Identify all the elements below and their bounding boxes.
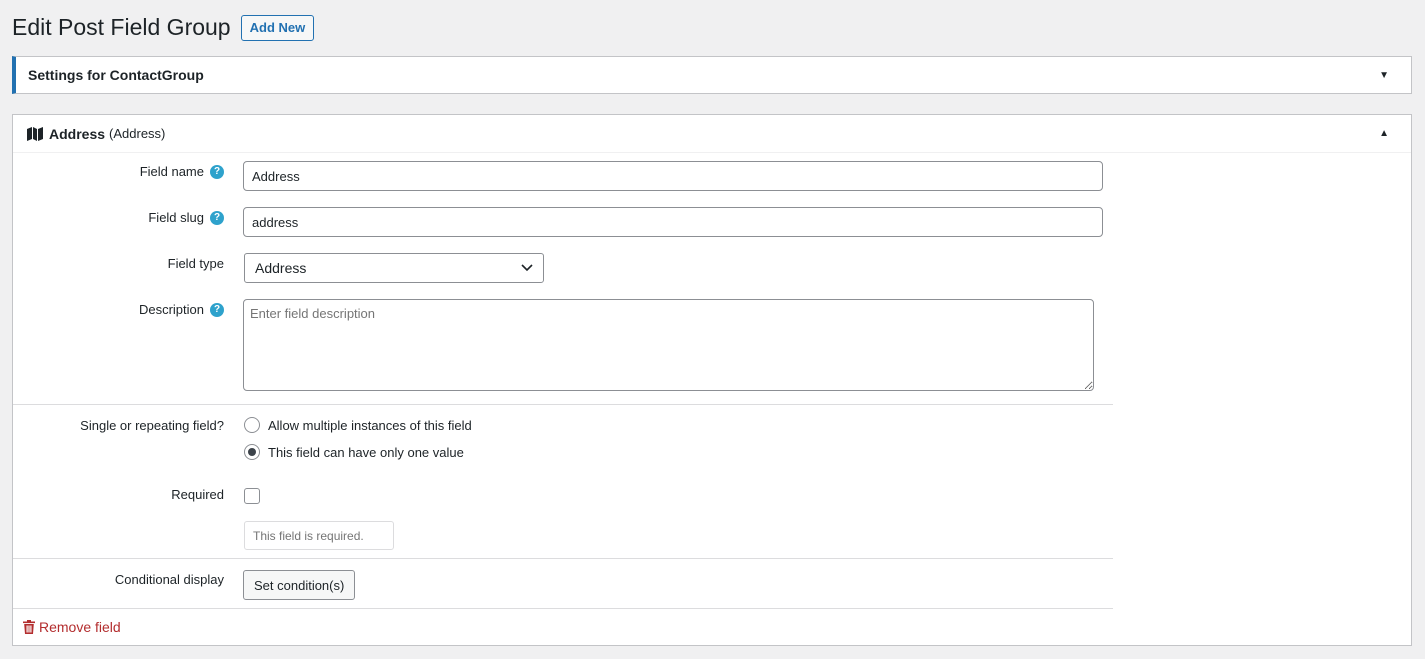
caret-down-icon[interactable]: ▼ [1379, 70, 1389, 81]
add-new-button[interactable]: Add New [240, 14, 315, 41]
conditional-label: Conditional display [114, 572, 224, 587]
set-conditions-button[interactable]: Set condition(s) [243, 570, 356, 600]
radio-multiple[interactable] [244, 417, 260, 433]
field-slug-input[interactable] [243, 207, 1103, 237]
help-icon[interactable]: ? [210, 164, 224, 179]
field-name-label: Field name ? [140, 164, 224, 179]
page-header: Edit Post Field Group Add New [12, 13, 315, 42]
divider [13, 558, 1113, 559]
settings-panel-header[interactable]: Settings for ContactGroup ▼ [12, 56, 1412, 94]
field-type-selected: Address [255, 260, 307, 276]
settings-panel-title: Settings for ContactGroup [28, 67, 204, 83]
radio-single-option[interactable]: This field can have only one value [244, 444, 464, 460]
required-message-input[interactable] [244, 521, 394, 550]
caret-up-icon[interactable]: ▲ [1379, 128, 1389, 139]
required-label: Required [171, 487, 224, 502]
field-panel-header[interactable]: Address (Address) ▲ [13, 115, 1411, 153]
field-slug-label: Field slug ? [148, 210, 224, 225]
divider [13, 608, 1113, 609]
radio-single-label: This field can have only one value [268, 444, 464, 460]
divider [13, 404, 1113, 405]
field-type-label: Field type [167, 256, 224, 271]
repeating-label: Single or repeating field? [80, 418, 224, 433]
description-textarea[interactable] [243, 299, 1094, 391]
field-panel: Address (Address) ▲ Field name ? Field s… [12, 114, 1412, 646]
map-icon [27, 126, 43, 141]
field-title: Address [49, 125, 106, 142]
radio-multiple-option[interactable]: Allow multiple instances of this field [244, 417, 472, 433]
remove-field-label: Remove field [39, 619, 121, 635]
chevron-down-icon [521, 264, 533, 272]
help-icon[interactable]: ? [210, 210, 224, 225]
radio-single[interactable] [244, 444, 260, 460]
field-name-input[interactable] [243, 161, 1103, 191]
field-subtitle: (Address) [109, 126, 166, 141]
help-icon[interactable]: ? [210, 302, 224, 317]
description-label: Description ? [139, 302, 224, 317]
trash-icon [23, 620, 35, 634]
radio-multiple-label: Allow multiple instances of this field [268, 417, 472, 433]
page-title: Edit Post Field Group [12, 14, 231, 40]
field-type-select[interactable]: Address [244, 253, 544, 283]
required-checkbox[interactable] [244, 488, 260, 504]
remove-field-link[interactable]: Remove field [23, 619, 121, 635]
